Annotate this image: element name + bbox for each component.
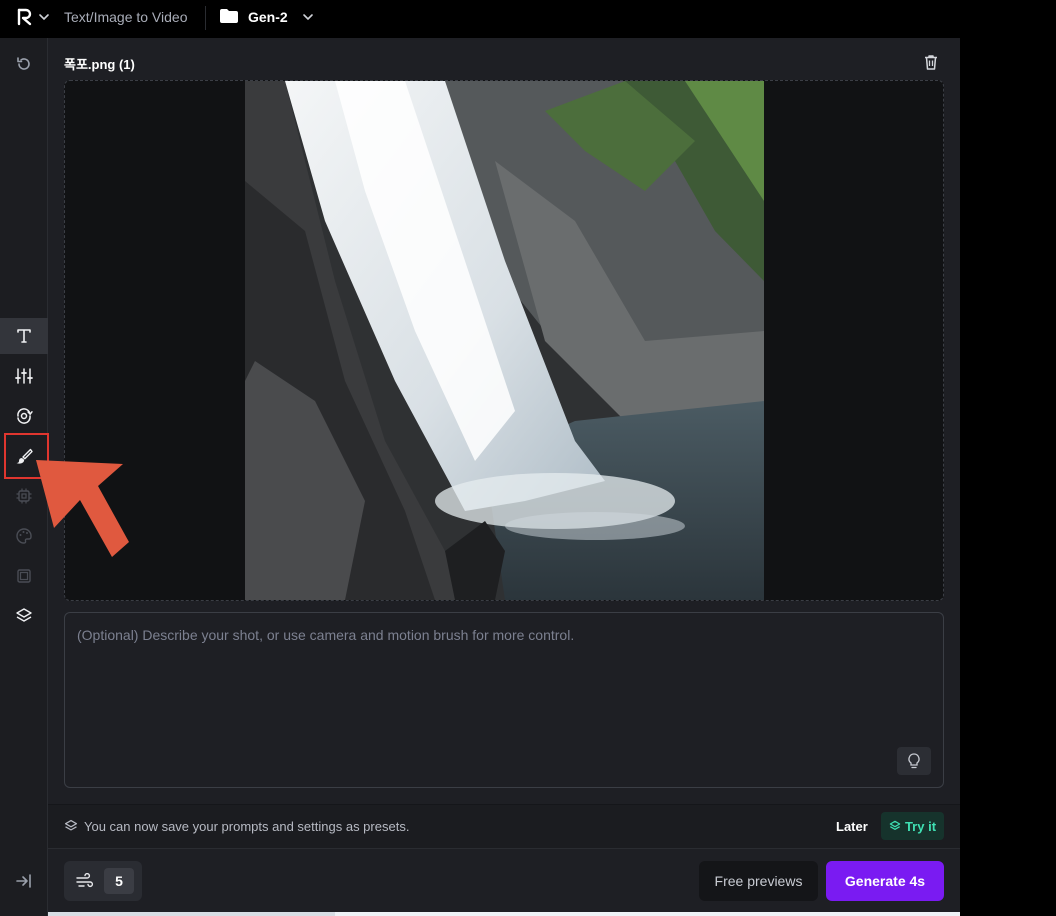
- footer-bar: 5 Free previews Generate 4s: [48, 849, 960, 916]
- rail-history-button[interactable]: [0, 46, 48, 82]
- free-previews-button[interactable]: Free previews: [699, 861, 818, 901]
- rail-text-button[interactable]: [0, 318, 48, 354]
- layers-icon: [889, 820, 901, 830]
- rail-settings-button[interactable]: [0, 358, 48, 394]
- motion-value[interactable]: 5: [104, 868, 134, 894]
- image-preview[interactable]: [64, 80, 944, 601]
- breadcrumb-tool[interactable]: Text/Image to Video: [64, 9, 187, 25]
- wind-icon: [76, 873, 94, 888]
- rail-presets-button[interactable]: [0, 598, 48, 634]
- try-it-button[interactable]: Try it: [881, 812, 944, 840]
- layers-icon: [16, 608, 32, 622]
- bottom-strip: [335, 912, 960, 916]
- chevron-down-icon[interactable]: [302, 12, 314, 22]
- arrow-annotation-icon: [36, 460, 129, 557]
- camera-motion-icon: [17, 408, 33, 424]
- right-empty-area: [960, 38, 1056, 916]
- folder-icon: [220, 9, 238, 23]
- later-button[interactable]: Later: [828, 813, 876, 839]
- waterfall-image: [245, 81, 764, 600]
- frame-icon: [17, 569, 31, 583]
- prompt-input[interactable]: [77, 627, 927, 747]
- media-file-name: 폭포.png (1): [64, 57, 135, 72]
- rail-collapse-button[interactable]: [0, 863, 48, 899]
- runway-logo-icon[interactable]: [16, 8, 34, 26]
- rail-camera-motion-button[interactable]: [0, 398, 48, 434]
- general-motion-control[interactable]: 5: [64, 861, 142, 901]
- prompt-ideas-button[interactable]: [897, 747, 931, 775]
- history-icon: [17, 57, 30, 70]
- trash-icon[interactable]: [922, 53, 940, 71]
- layers-icon: [64, 819, 78, 831]
- top-bar: Text/Image to Video Gen-2: [0, 0, 1056, 38]
- rail-aspect-button[interactable]: [0, 558, 48, 594]
- preset-banner-text: You can now save your prompts and settin…: [84, 819, 410, 834]
- lightbulb-icon: [908, 753, 920, 769]
- chevron-down-icon[interactable]: [38, 12, 50, 22]
- prompt-box: [64, 612, 944, 788]
- collapse-icon: [16, 874, 31, 888]
- project-selector[interactable]: Gen-2: [248, 9, 288, 25]
- sliders-icon: [15, 368, 33, 384]
- topbar-divider: [205, 6, 206, 30]
- generate-button[interactable]: Generate 4s: [826, 861, 944, 901]
- text-icon: [17, 329, 31, 343]
- preset-banner: You can now save your prompts and settin…: [48, 805, 960, 848]
- try-it-label: Try it: [904, 818, 937, 834]
